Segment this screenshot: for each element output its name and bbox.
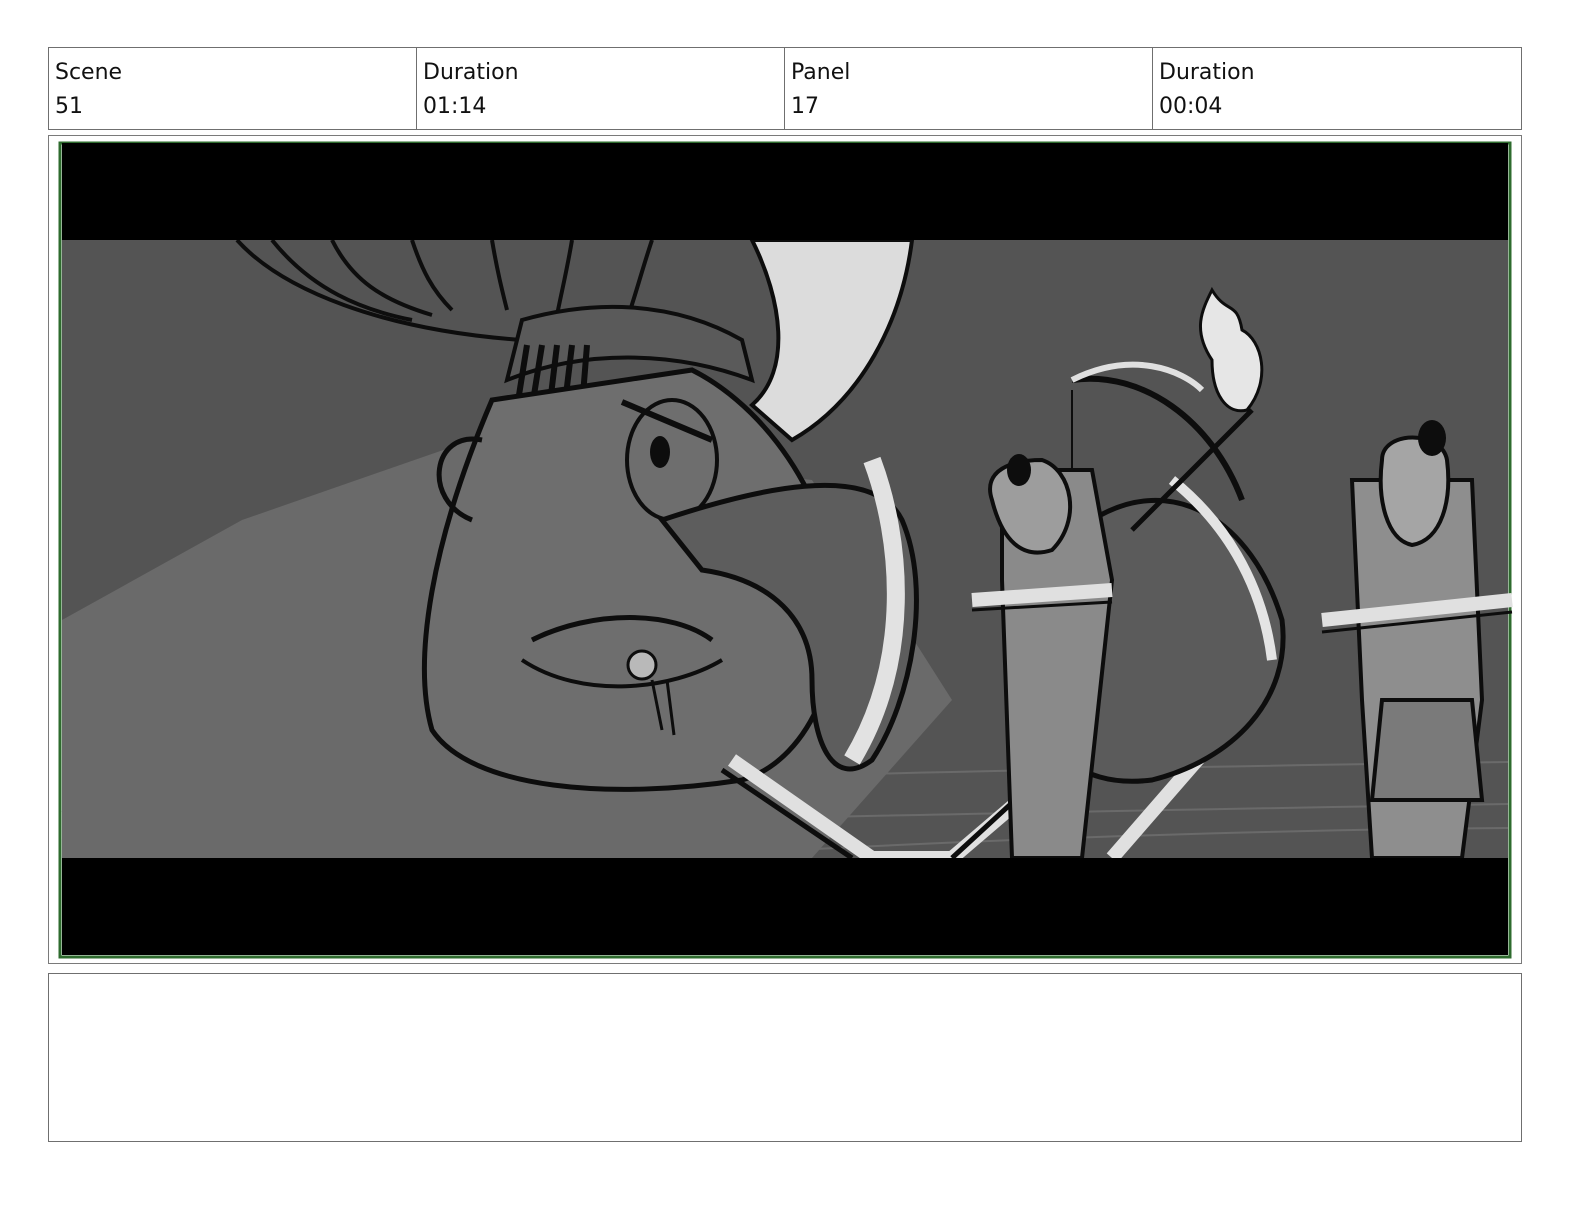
scene-number: 51	[55, 94, 83, 119]
panel-duration-value: 00:04	[1159, 94, 1223, 119]
scene-duration-label: Duration	[423, 60, 519, 85]
storyboard-panel	[48, 135, 1522, 964]
panel-cell: Panel 17	[785, 48, 1153, 129]
scene-label: Scene	[55, 60, 123, 85]
panel-notes-box	[48, 973, 1522, 1142]
scene-duration-cell: Duration 01:14	[417, 48, 785, 129]
scene-cell: Scene 51	[49, 48, 417, 129]
panel-label: Panel	[791, 60, 851, 85]
panel-info-table: Scene 51 Duration 01:14 Panel 17 Duratio…	[48, 47, 1522, 130]
sketch-drawing	[52, 140, 1518, 960]
panel-duration-label: Duration	[1159, 60, 1255, 85]
letterbox-bottom	[62, 858, 1508, 955]
panel-number: 17	[791, 94, 819, 119]
storyboard-sketch-image	[52, 140, 1518, 960]
letterbox-top	[62, 143, 1508, 240]
scene-duration-value: 01:14	[423, 94, 487, 119]
panel-duration-cell: Duration 00:04	[1153, 48, 1521, 129]
